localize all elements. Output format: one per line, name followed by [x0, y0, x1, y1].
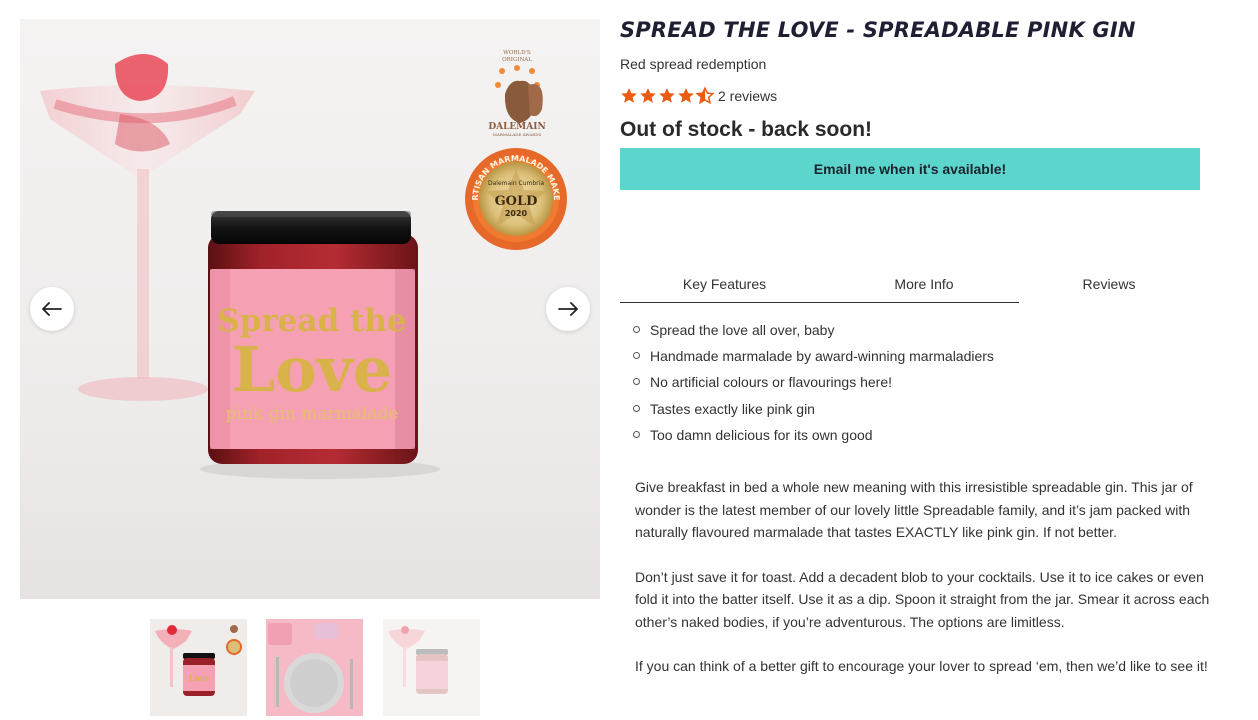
reviews-count-link[interactable]: 2 reviews	[718, 88, 777, 104]
thumbnail-3[interactable]	[383, 619, 480, 716]
description-paragraph: Don’t just save it for toast. Add a deca…	[635, 568, 1210, 630]
tab-more-info[interactable]: More Info	[829, 272, 1019, 303]
list-item: Tastes exactly like pink gin	[633, 399, 1213, 425]
product-title: SPREAD THE LOVE - SPREADABLE PINK GIN	[620, 18, 1136, 42]
svg-text:Dalemain Cumbria: Dalemain Cumbria	[488, 180, 544, 187]
svg-text:Love: Love	[232, 333, 392, 406]
star-full-icon	[621, 88, 637, 103]
star-full-icon	[640, 88, 656, 103]
product-info: SPREAD THE LOVE - SPREADABLE PINK GIN Re…	[620, 16, 1220, 190]
tab-key-features[interactable]: Key Features	[620, 272, 829, 303]
stock-status: Out of stock - back soon!	[620, 118, 873, 141]
product-tabs: Key Features More Info Reviews	[620, 272, 1220, 304]
thumbnail-2[interactable]	[266, 619, 363, 716]
description-paragraph: If you can think of a better gift to enc…	[635, 658, 1208, 674]
list-item: No artificial colours or flavourings her…	[633, 372, 1213, 398]
thumbnail-1[interactable]: Love	[150, 619, 247, 716]
star-half-icon	[696, 87, 714, 105]
product-gallery: Spread the Love pink gin marmalade WORLD…	[20, 19, 600, 599]
arrow-right-icon	[558, 302, 578, 316]
svg-text:WORLD'S: WORLD'S	[503, 50, 531, 56]
tab-reviews[interactable]: Reviews	[1019, 272, 1199, 303]
product-subtitle: Red spread redemption	[620, 56, 767, 72]
product-description: Give breakfast in bed a whole new meanin…	[635, 476, 1215, 700]
star-full-icon	[659, 88, 675, 103]
tab-underline	[620, 302, 1019, 303]
email-when-available-button[interactable]: Email me when it's available!	[620, 148, 1200, 190]
star-full-icon	[678, 88, 694, 103]
product-image: Spread the Love pink gin marmalade WORLD…	[20, 19, 600, 599]
svg-text:pink gin marmalade: pink gin marmalade	[226, 404, 399, 424]
description-paragraph: Give breakfast in bed a whole new meanin…	[635, 479, 1193, 540]
svg-text:DALEMAIN: DALEMAIN	[488, 122, 545, 132]
star-rating[interactable]	[620, 87, 714, 105]
list-item: Too damn delicious for its own good	[633, 425, 1213, 451]
key-features-list: Spread the love all over, baby Handmade …	[633, 320, 1213, 451]
svg-text:GOLD: GOLD	[495, 194, 538, 209]
list-item: Handmade marmalade by award-winning marm…	[633, 346, 1213, 372]
rating-row: 2 reviews	[620, 86, 1220, 106]
svg-text:MARMALADE AWARDS: MARMALADE AWARDS	[493, 132, 542, 137]
thumbnail-strip: Love	[150, 619, 480, 716]
svg-text:Love: Love	[189, 673, 210, 683]
arrow-left-icon	[42, 302, 62, 316]
svg-text:2020: 2020	[505, 209, 528, 218]
previous-image-button[interactable]	[30, 287, 74, 331]
list-item: Spread the love all over, baby	[633, 320, 1213, 346]
next-image-button[interactable]	[546, 287, 590, 331]
svg-text:ORIGINAL: ORIGINAL	[502, 57, 532, 63]
